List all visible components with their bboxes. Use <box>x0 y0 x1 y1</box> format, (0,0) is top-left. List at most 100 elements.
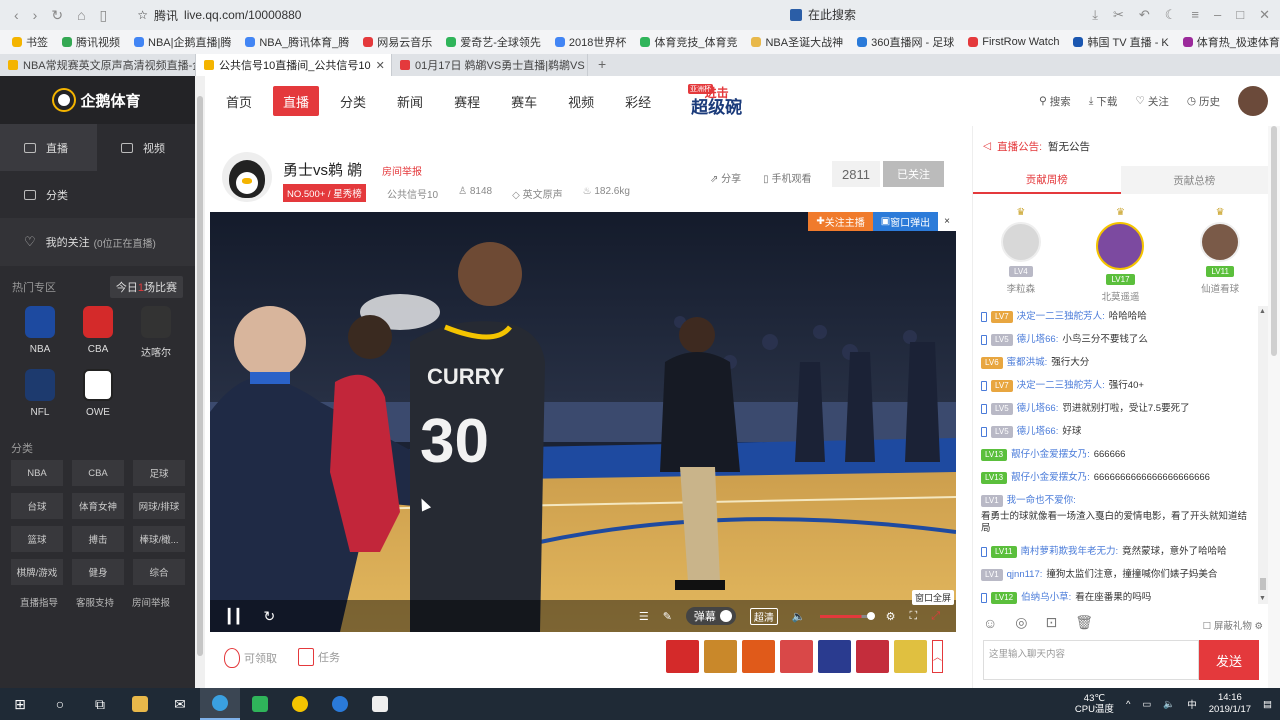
followed-button[interactable]: 已关注 <box>883 161 944 187</box>
league-nfl[interactable]: NFL <box>11 369 69 418</box>
bookmark-item[interactable]: 体育竞技_体育竞 <box>640 34 737 50</box>
chat-input[interactable]: 这里输入聊天内容 <box>983 640 1199 680</box>
chat-username[interactable]: 南村萝莉欺我年老无力: <box>1021 546 1119 558</box>
category-item[interactable]: 篮球 <box>11 526 63 552</box>
category-item[interactable]: NBA <box>11 460 63 486</box>
search-button[interactable]: ⚲ 搜索 <box>1039 94 1071 109</box>
address-bar[interactable]: ☆ 腾讯 live.qq.com/10000880 <box>137 7 301 24</box>
nav-item[interactable]: 彩经 <box>615 86 661 116</box>
chat-username[interactable]: 伯纳乌小草: <box>1021 592 1071 604</box>
qq-music-icon[interactable] <box>280 688 320 720</box>
pause-icon[interactable]: ▎▎ <box>228 608 247 625</box>
scroll-down-icon[interactable]: ▼ <box>1259 595 1266 602</box>
sidebar-item-video[interactable]: 视频 <box>97 124 195 171</box>
emoji-icon[interactable]: ☺ <box>983 615 997 631</box>
back-icon[interactable]: ‹ <box>14 7 19 24</box>
download-button[interactable]: ⤓ 下载 <box>1089 94 1118 109</box>
cpu-temp[interactable]: 43℃ CPU温度 <box>1075 693 1114 715</box>
my-follow[interactable]: ♡ 我的关注 (0位正在直播) <box>0 218 195 266</box>
nav-item[interactable]: 赛车 <box>501 86 547 116</box>
chat-username[interactable]: 德儿塔66: <box>1017 334 1059 346</box>
chat-messages[interactable]: LV7 决定一二三独舵芳人: 哈哈哈哈 LV5 德儿塔66: 小鸟三分不要钱了么 LV6 蜜都… <box>977 306 1249 604</box>
penguin-app-icon[interactable] <box>360 688 400 720</box>
gift-item[interactable] <box>704 640 737 673</box>
claimable-button[interactable]: 可领取 <box>224 648 277 668</box>
sidebar-footer-link[interactable]: 客服支持 <box>76 595 114 609</box>
scrollbar-thumb[interactable] <box>197 96 203 656</box>
follow-button[interactable]: ♡ 关注 <box>1135 94 1168 109</box>
browser-tab[interactable]: NBA常规赛英文原声高清视频直播-企 <box>0 54 196 76</box>
sidebar-footer-link[interactable]: 房间举报 <box>132 595 170 609</box>
close-tab-icon[interactable]: ✕ <box>376 59 385 72</box>
chat-username[interactable]: 靓仔小金爱摆女乃: <box>1011 449 1090 461</box>
page-scrollbar[interactable] <box>1268 126 1280 688</box>
bookmark-item[interactable]: NBA|企鹅直播|腾 <box>134 34 231 50</box>
gift-item[interactable] <box>780 640 813 673</box>
category-item[interactable]: 体育女神 <box>72 493 124 519</box>
room-avatar[interactable] <box>222 152 272 202</box>
category-item[interactable]: 网球/排球 <box>133 493 185 519</box>
sidebar-item-category[interactable]: 分类 <box>0 171 97 218</box>
mobile-watch-button[interactable]: ▯ 手机观看 <box>763 170 811 185</box>
bookmark-item[interactable]: 韩国 TV 直播 - K <box>1073 34 1169 50</box>
bookmark-item[interactable]: 爱奇艺-全球领先 <box>446 34 541 50</box>
settings-icon[interactable]: ⚙ <box>886 610 896 623</box>
browser-app-icon[interactable] <box>200 688 240 720</box>
maximize-icon[interactable]: □ <box>1236 7 1244 23</box>
star-icon[interactable]: ☆ <box>137 8 148 22</box>
danmaku-toggle[interactable]: 弹幕 <box>685 607 736 625</box>
league-达喀尔[interactable]: 达喀尔 <box>127 306 185 359</box>
bookmark-item[interactable]: NBA圣诞大战神 <box>751 34 843 50</box>
category-item[interactable]: 足球 <box>133 460 185 486</box>
refresh-icon[interactable]: ↻ <box>264 608 276 625</box>
category-item[interactable]: CBA <box>72 460 124 486</box>
gift-item[interactable] <box>818 640 851 673</box>
forward-icon[interactable]: › <box>33 7 38 24</box>
chat-username[interactable]: 靓仔小金爱摆女乃: <box>1011 472 1090 484</box>
trash-icon[interactable]: 🗑 <box>1075 614 1093 631</box>
new-tab-icon[interactable]: + <box>598 56 606 72</box>
mail-icon[interactable]: ✉ <box>160 688 200 720</box>
shield-gift-toggle[interactable]: ☐ 屏蔽礼物 ⚙ <box>1203 618 1263 632</box>
home-icon[interactable]: ⌂ <box>77 7 85 24</box>
category-item[interactable]: 棒球/橄... <box>133 526 185 552</box>
chat-scroll-thumb[interactable] <box>1260 578 1266 590</box>
room-report-link[interactable]: 房间举报 <box>382 163 422 178</box>
category-item[interactable]: 搏击 <box>72 526 124 552</box>
user-avatar[interactable] <box>1238 86 1268 116</box>
close-popout-icon[interactable]: × <box>938 212 956 231</box>
video-app-icon[interactable] <box>240 688 280 720</box>
tab-total[interactable]: 贡献总榜 <box>1120 166 1268 194</box>
category-item[interactable]: 综合 <box>133 559 185 585</box>
close-icon[interactable]: ✕ <box>1259 7 1270 23</box>
league-cba[interactable]: CBA <box>69 306 127 359</box>
gift-item[interactable] <box>666 640 699 673</box>
gift-expand-icon[interactable]: ︿ <box>932 640 943 673</box>
follow-host-button[interactable]: ✚ 关注主播 <box>808 212 873 231</box>
clock[interactable]: 14:16 2019/1/17 <box>1209 692 1251 716</box>
sidebar-scrollbar[interactable] <box>195 76 205 688</box>
today-matches[interactable]: 今日1场比赛 <box>109 276 183 298</box>
nav-item[interactable]: 首页 <box>216 86 262 116</box>
category-item[interactable]: 棋牌/游戏 <box>11 559 63 585</box>
nav-item[interactable]: 赛程 <box>444 86 490 116</box>
league-nba[interactable]: NBA <box>11 306 69 359</box>
page-scroll-thumb[interactable] <box>1271 126 1277 356</box>
league-owe[interactable]: OWE <box>69 369 127 418</box>
quality-button[interactable]: 超清 <box>749 607 778 625</box>
category-item[interactable]: 健身 <box>72 559 124 585</box>
undo-icon[interactable]: ↶ <box>1139 7 1150 23</box>
chat-username[interactable]: 决定一二三独舵芳人: <box>1017 380 1105 392</box>
bookmark-item[interactable]: NBA_腾讯体育_腾 <box>245 34 349 50</box>
chat-username[interactable]: 决定一二三独舵芳人: <box>1017 311 1105 323</box>
video-player[interactable]: CURRY 30 ✚ 关注主播 ▣ 窗口弹出 × ▎▎ ↻ ☰ ✎ 弹幕 超清 … <box>210 212 956 632</box>
menu-icon[interactable]: ≡ <box>1191 7 1199 23</box>
ie-icon[interactable] <box>320 688 360 720</box>
ime-indicator[interactable]: 中 <box>1187 697 1197 711</box>
nav-item[interactable]: 分类 <box>330 86 376 116</box>
history-button[interactable]: ◷ 历史 <box>1187 94 1220 109</box>
bookmark-item[interactable]: 2018世界杯 <box>554 34 626 50</box>
moon-icon[interactable]: ☾ <box>1165 7 1177 23</box>
notification-icon[interactable]: ▤ <box>1263 699 1272 710</box>
chat-username[interactable]: qjnn117: <box>1007 569 1043 581</box>
